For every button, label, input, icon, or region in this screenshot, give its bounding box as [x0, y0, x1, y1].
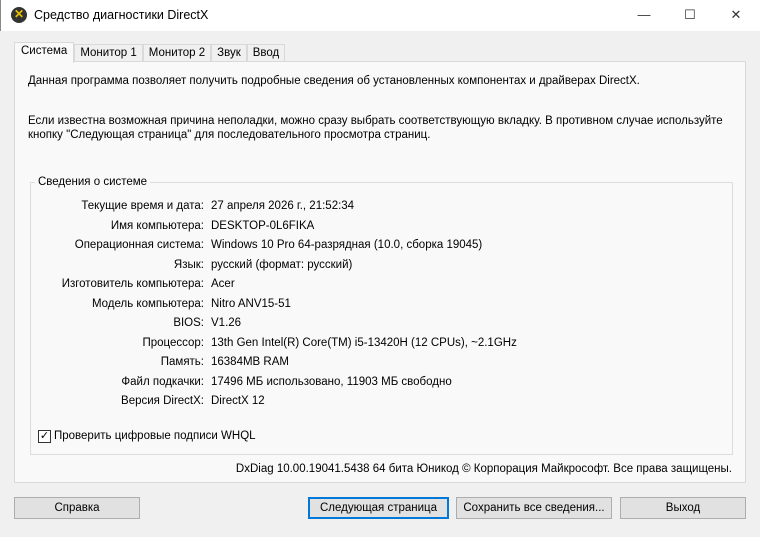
info-value: V1.26 [211, 317, 242, 329]
info-value: DESKTOP-0L6FIKA [211, 219, 315, 232]
info-label: Текущие время и дата: [81, 200, 204, 212]
version-footer: DxDiag 10.00.19041.5438 64 бита Юникод ©… [235, 463, 732, 475]
help-button[interactable]: Справка [14, 497, 140, 519]
info-label: Изготовитель компьютера: [61, 278, 204, 290]
maximize-button[interactable]: ☐ [667, 0, 713, 30]
info-value: 13th Gen Intel(R) Core(TM) i5-13420H (12… [211, 336, 517, 349]
info-row: Операционная система: Windows 10 Pro 64-р… [30, 239, 710, 255]
next-page-button[interactable]: Следующая страница [308, 497, 449, 519]
info-label: BIOS: [173, 317, 204, 329]
info-row: Текущие время и дата: 27 апреля 2026 г., … [30, 200, 710, 216]
info-label: Версия DirectX: [121, 395, 204, 407]
info-value: Acer [211, 278, 235, 290]
info-value: Windows 10 Pro 64-разрядная (10.0, сборк… [211, 239, 483, 251]
info-value: DirectX 12 [211, 395, 265, 407]
title-bar: Средство диагностики DirectX — ☐ ✕ [0, 0, 760, 31]
info-label: Модель компьютера: [91, 297, 204, 310]
tab-system[interactable]: Система [14, 42, 75, 63]
info-label: Имя компьютера: [110, 219, 204, 232]
info-label: Операционная система: [74, 239, 204, 251]
minimize-button[interactable]: — [621, 0, 667, 30]
info-row: Модель компьютера: Nitro ANV15-51 [30, 298, 710, 314]
group-title: Сведения о системе [35, 176, 151, 188]
info-row: Изготовитель компьютера: Acer [30, 278, 710, 294]
info-row: Процессор: 13th Gen Intel(R) Core(TM) i5-… [30, 337, 710, 353]
info-row: BIOS: V1.26 [30, 317, 710, 333]
whql-label[interactable]: Проверить цифровые подписи WHQL [54, 430, 256, 442]
tab-bar: Система Монитор 1 Монитор 2 Звук Ввод [14, 42, 286, 63]
info-label: Файл подкачки: [121, 375, 204, 388]
info-row: Имя компьютера: DESKTOP-0L6FIKA [30, 220, 710, 236]
info-row: Язык: русский (формат: русский) [30, 259, 710, 275]
info-label: Память: [160, 356, 204, 368]
info-value: 17496 МБ использовано, 11903 МБ свободно [211, 375, 452, 388]
hint-text: Если известна возможная причина неполадк… [28, 115, 723, 141]
intro-text: Данная программа позволяет получить подр… [28, 75, 640, 87]
exit-button[interactable]: Выход [620, 497, 746, 519]
info-label: Язык: [173, 258, 204, 271]
window-title: Средство диагностики DirectX [34, 8, 209, 22]
info-value: 16384MB RAM [211, 356, 289, 368]
directx-app-icon [11, 7, 27, 23]
info-row: Версия DirectX: DirectX 12 [30, 395, 710, 411]
info-row: Файл подкачки: 17496 МБ использовано, 119… [30, 376, 710, 392]
info-value: Nitro ANV15-51 [211, 297, 291, 310]
info-label: Процессор: [142, 336, 204, 349]
close-button[interactable]: ✕ [713, 0, 759, 30]
info-value: 27 апреля 2026 г., 21:52:34 [211, 200, 355, 212]
info-row: Память: 16384MB RAM [30, 356, 710, 372]
whql-checkbox[interactable]: ✓ [38, 430, 51, 443]
save-all-info-button[interactable]: Сохранить все сведения... [456, 497, 612, 519]
info-value: русский (формат: русский) [211, 258, 353, 271]
